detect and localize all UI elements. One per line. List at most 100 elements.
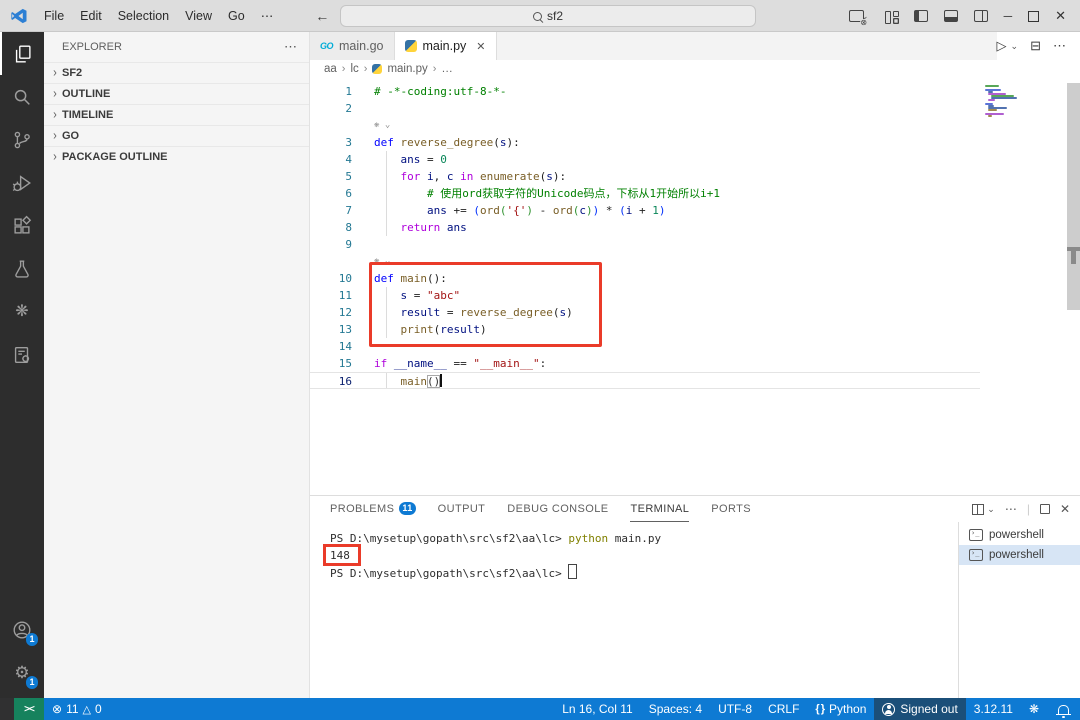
customize-layout-icon[interactable]	[884, 10, 899, 24]
breadcrumb-item[interactable]: lc	[350, 63, 358, 75]
maximize-panel-icon[interactable]	[1039, 504, 1050, 514]
window-maximize-button[interactable]	[1028, 10, 1040, 22]
code-line-6[interactable]: 6 # 使用ord获取字符的Unicode码点，下标从1开始所以i+1	[310, 185, 980, 202]
menu-selection[interactable]: Selection	[110, 9, 177, 23]
status-label: CRLF	[768, 702, 800, 716]
problems-status[interactable]: ⊗ 11 △ 0	[52, 702, 102, 716]
panel-more-actions-icon[interactable]: ⋯	[1005, 502, 1017, 516]
notifications[interactable]	[1047, 698, 1080, 720]
line-number: 5	[345, 170, 352, 183]
terminal-icon	[969, 549, 983, 561]
toggle-secondary-sidebar-icon[interactable]	[973, 10, 988, 22]
panel-tab-ports[interactable]: PORTS	[711, 496, 751, 522]
split-terminal-button[interactable]: ⌄	[972, 503, 995, 515]
menu-edit[interactable]: Edit	[72, 9, 110, 23]
panel-tab-debug-console[interactable]: DEBUG CONSOLE	[507, 496, 608, 522]
chevron-down-icon: ⌄	[987, 503, 995, 514]
breadcrumb[interactable]: aa › lc › main.py ›…	[310, 60, 1080, 78]
panel-tab-problems[interactable]: PROBLEMS 11	[330, 496, 416, 522]
tab-close-icon[interactable]: ✕	[476, 40, 485, 53]
extension-decoration-icon[interactable]: ❋ ⌄	[374, 117, 390, 134]
panel-tab-terminal[interactable]: TERMINAL	[630, 496, 690, 522]
toggle-panel-icon[interactable]	[943, 10, 958, 22]
panel-tab-output[interactable]: OUTPUT	[438, 496, 486, 522]
language-mode[interactable]: { } Python	[807, 698, 874, 720]
source-control-icon[interactable]	[0, 118, 44, 161]
editor-more-actions-icon[interactable]: ⋯	[1053, 38, 1066, 54]
code-line-5[interactable]: 5 for i, c in enumerate(s):	[310, 168, 980, 185]
extension-status[interactable]: ❋	[1021, 698, 1047, 720]
code-line-9[interactable]: 9	[310, 236, 980, 253]
remote-indicator[interactable]: ><	[14, 698, 44, 720]
code-line-7[interactable]: 7 ans += (ord('{') - ord(c)) * (i + 1)	[310, 202, 980, 219]
accounts-icon[interactable]: 1	[0, 608, 44, 651]
terminal-instance[interactable]: powershell	[959, 525, 1080, 545]
window-close-button[interactable]: ✕	[1055, 8, 1066, 24]
editor-decoration-row: ❋ ⌄	[310, 117, 980, 134]
breadcrumb-item[interactable]: aa	[324, 63, 337, 75]
toggle-sidebar-icon[interactable]	[913, 10, 928, 22]
code-line-15[interactable]: 15 if __name__ == "__main__":	[310, 355, 980, 372]
indent-guide	[386, 202, 387, 219]
explorer-more-actions-icon[interactable]: ⋯	[284, 39, 297, 55]
line-number: 9	[345, 238, 352, 251]
extension-file-gear-icon[interactable]	[0, 333, 44, 376]
code-line-3[interactable]: 3 def reverse_degree(s):	[310, 134, 980, 151]
tab-main.py[interactable]: main.py ✕	[394, 32, 497, 60]
terminal-instance[interactable]: powershell	[959, 545, 1080, 565]
command-center-search[interactable]: sf2	[340, 5, 756, 27]
breadcrumb-item[interactable]: main.py	[387, 63, 427, 75]
chevron-right-icon: ›	[53, 65, 57, 81]
menu-view[interactable]: View	[177, 9, 220, 23]
testing-icon[interactable]	[0, 247, 44, 290]
extensions-icon[interactable]	[0, 204, 44, 247]
chevron-right-icon: ›	[53, 149, 57, 165]
minimap[interactable]	[985, 85, 1047, 117]
sidebar-section-outline[interactable]: › OUTLINE	[44, 83, 309, 104]
code-line-4[interactable]: 4 ans = 0	[310, 151, 980, 168]
accounts-signed-out[interactable]: Signed out	[874, 698, 966, 720]
extension-swirl-icon[interactable]: ❋	[0, 290, 44, 333]
code-editor[interactable]: 1 # -*-coding:utf-8-*- 2 ❋ ⌄ 3 def reverse_de…	[310, 78, 1080, 495]
code-line-2[interactable]: 2	[310, 100, 980, 117]
sidebar-section-package-outline[interactable]: › PACKAGE OUTLINE	[44, 146, 309, 167]
window-minimize-button[interactable]: ─	[1004, 9, 1013, 23]
activity-bar: ❋ 1 ⚙ 1	[0, 32, 44, 698]
search-value: sf2	[546, 9, 563, 23]
explorer-icon[interactable]	[0, 32, 44, 75]
close-panel-icon[interactable]: ✕	[1060, 502, 1070, 516]
code-line-8[interactable]: 8 return ans	[310, 219, 980, 236]
status-label: Python	[829, 702, 867, 716]
run-python-file-button[interactable]: ▷	[997, 38, 1007, 54]
eol[interactable]: CRLF	[760, 698, 807, 720]
run-and-debug-icon[interactable]	[0, 161, 44, 204]
sidebar-section-go[interactable]: › GO	[44, 125, 309, 146]
cursor-position[interactable]: Ln 16, Col 11	[554, 698, 641, 720]
menu-file[interactable]: File	[36, 9, 72, 23]
tab-main.go[interactable]: GO main.go	[310, 32, 395, 60]
encoding[interactable]: UTF-8	[710, 698, 760, 720]
launch-profile-button[interactable]: ⌄	[849, 10, 869, 26]
back-arrow-icon[interactable]: ←	[315, 8, 329, 24]
terminal-output[interactable]: PS D:\mysetup\gopath\src\sf2\aa\lc> pyth…	[323, 530, 661, 582]
sidebar-section-timeline[interactable]: › TIMELINE	[44, 104, 309, 125]
sidebar-section-sf2[interactable]: › SF2	[44, 62, 309, 83]
code-line-16[interactable]: 16 main()	[310, 372, 980, 389]
code-line-1[interactable]: 1 # -*-coding:utf-8-*-	[310, 83, 980, 100]
code-text: return ans	[400, 221, 467, 234]
run-dropdown-icon[interactable]: ⌄	[1011, 41, 1019, 52]
editor-scrollbar[interactable]	[1067, 83, 1080, 310]
split-editor-icon[interactable]: ⊟	[1030, 38, 1041, 54]
panel-tab-label: PROBLEMS	[330, 502, 395, 515]
menu-more-icon[interactable]: ⋯	[253, 8, 282, 23]
tab-label: main.py	[422, 39, 467, 53]
breadcrumb-item[interactable]: …	[441, 63, 453, 75]
indentation[interactable]: Spaces: 4	[641, 698, 710, 720]
python-version[interactable]: 3.12.11	[966, 698, 1021, 720]
breadcrumb-separator-icon: ›	[432, 63, 437, 75]
menu-go[interactable]: Go	[220, 9, 253, 23]
indent-guide	[386, 185, 387, 202]
search-icon[interactable]	[0, 75, 44, 118]
settings-icon[interactable]: ⚙ 1	[0, 651, 44, 694]
editor-region: GO main.go main.py ✕ ▷ ⌄ ⊟ ⋯ aa › lc › main.py ›…	[310, 32, 1080, 698]
